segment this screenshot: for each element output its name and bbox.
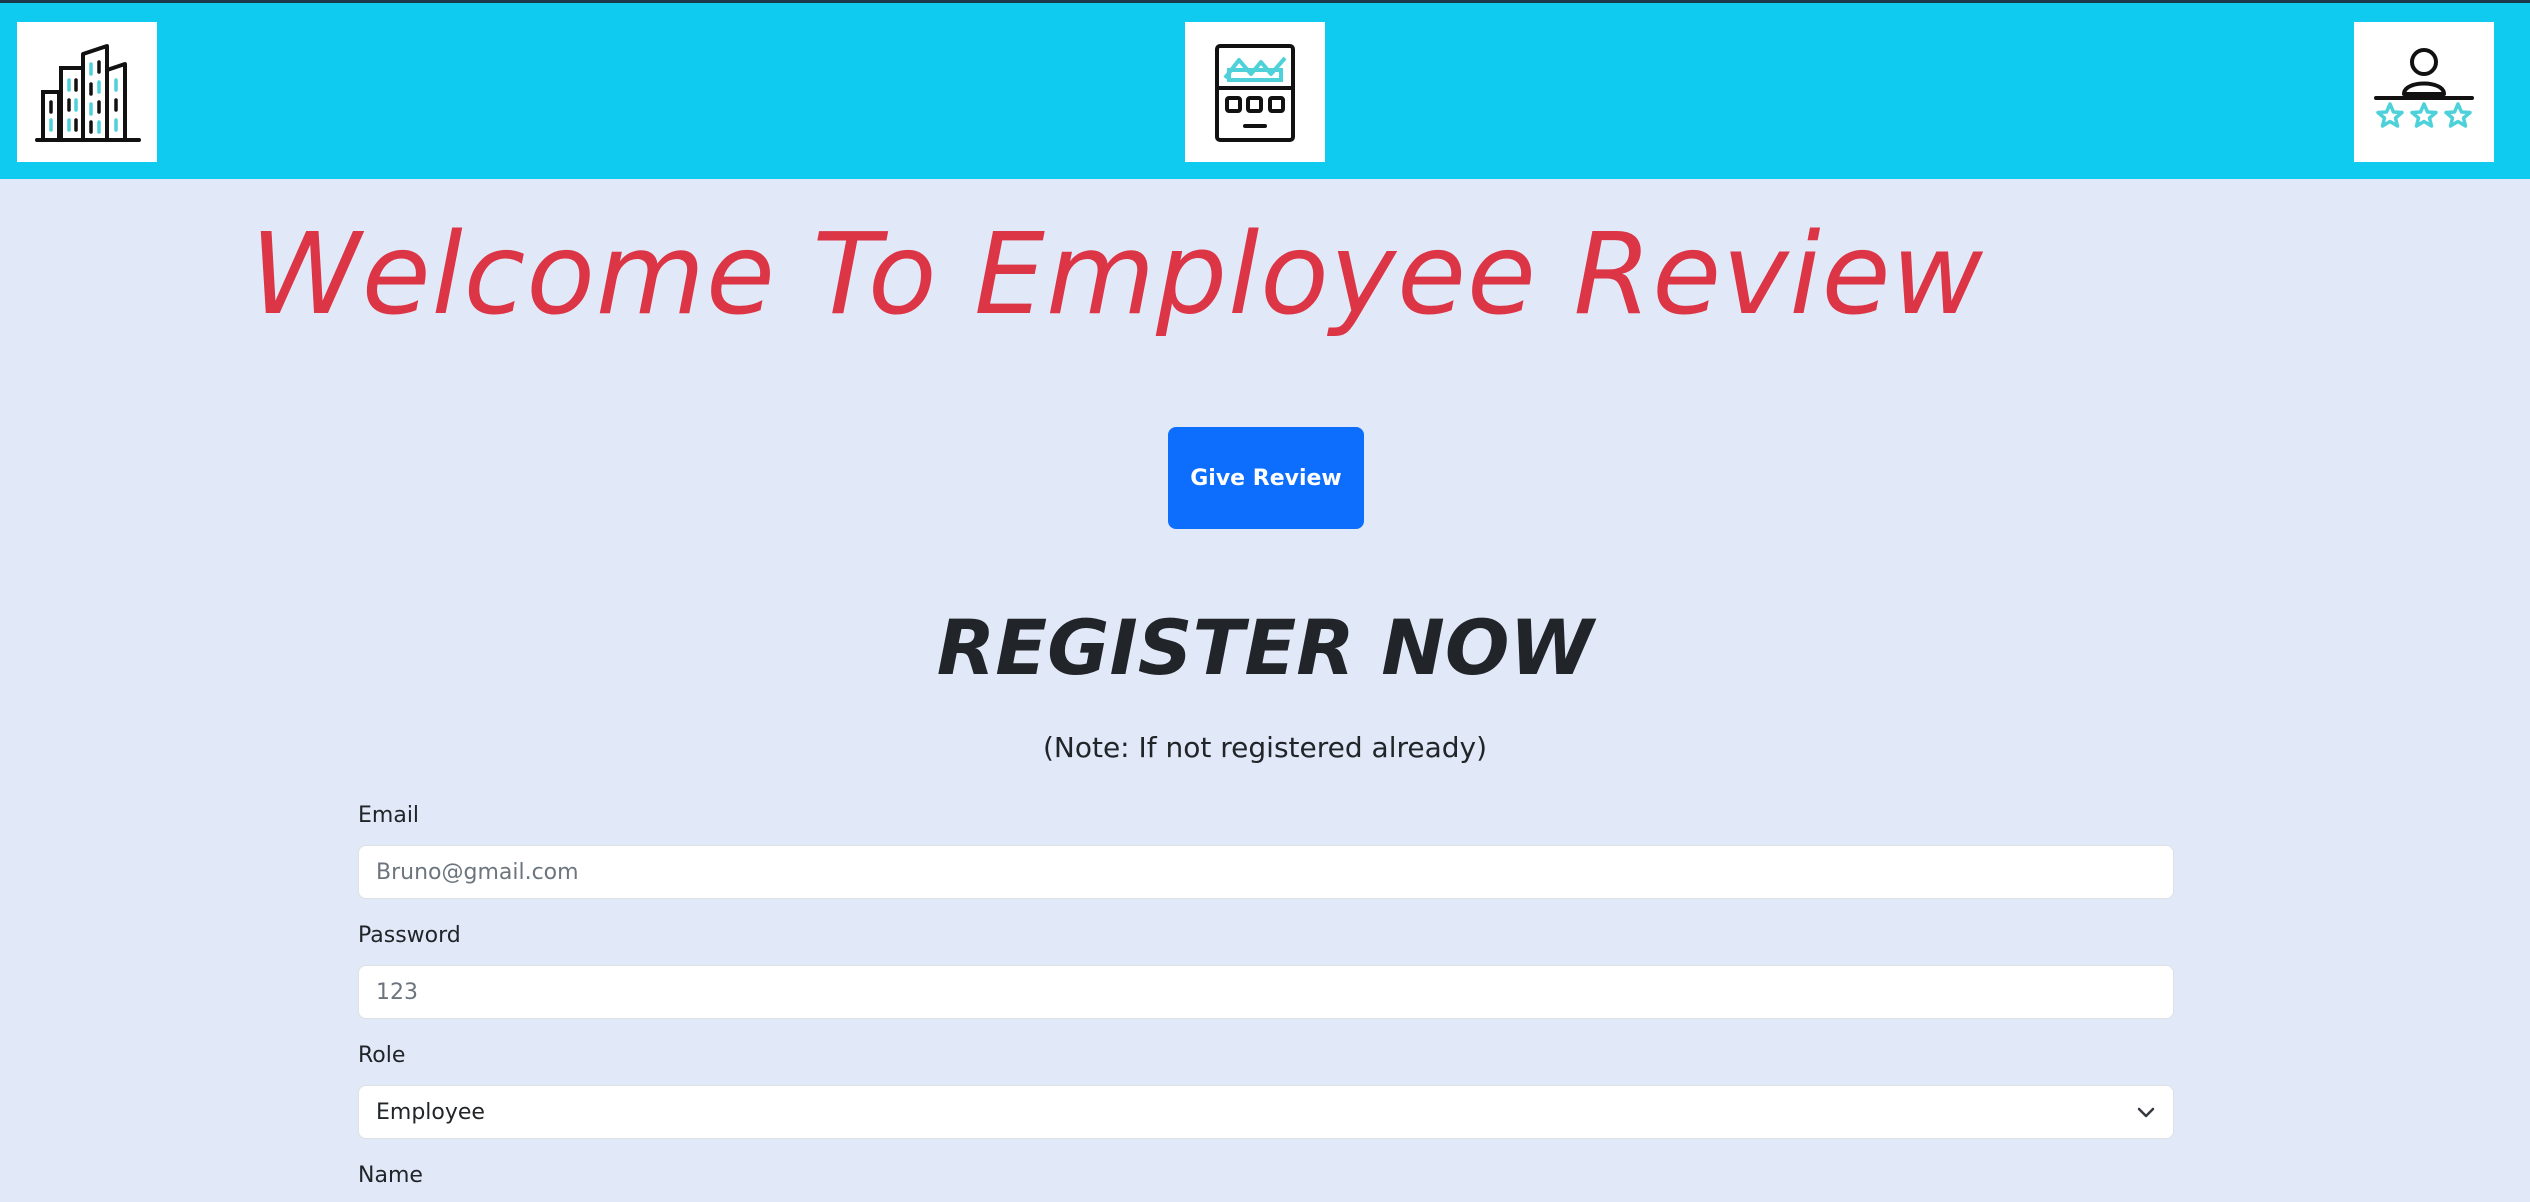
password-label: Password bbox=[358, 923, 461, 948]
user-rating-stars-svg bbox=[2374, 48, 2474, 128]
give-review-button[interactable]: Give Review bbox=[1168, 427, 1364, 529]
role-label: Role bbox=[358, 1043, 406, 1068]
store-kiosk-svg bbox=[1215, 44, 1295, 142]
user-rating-stars-icon[interactable] bbox=[2354, 22, 2494, 162]
top-header bbox=[0, 3, 2530, 179]
email-label: Email bbox=[358, 803, 420, 828]
office-building-icon[interactable] bbox=[17, 22, 157, 162]
role-select-value: Employee bbox=[376, 1099, 485, 1125]
office-building-svg bbox=[35, 44, 141, 142]
register-title: REGISTER NOW bbox=[936, 603, 1594, 692]
welcome-title: Welcome To Employee Review bbox=[250, 210, 1985, 340]
role-select[interactable]: Employee bbox=[358, 1085, 2174, 1139]
chevron-down-icon bbox=[2137, 1107, 2155, 1118]
name-label: Name bbox=[358, 1163, 423, 1188]
email-field[interactable] bbox=[358, 845, 2174, 899]
register-note: (Note: If not registered already) bbox=[1042, 731, 1488, 764]
password-field[interactable] bbox=[358, 965, 2174, 1019]
store-kiosk-icon[interactable] bbox=[1185, 22, 1325, 162]
